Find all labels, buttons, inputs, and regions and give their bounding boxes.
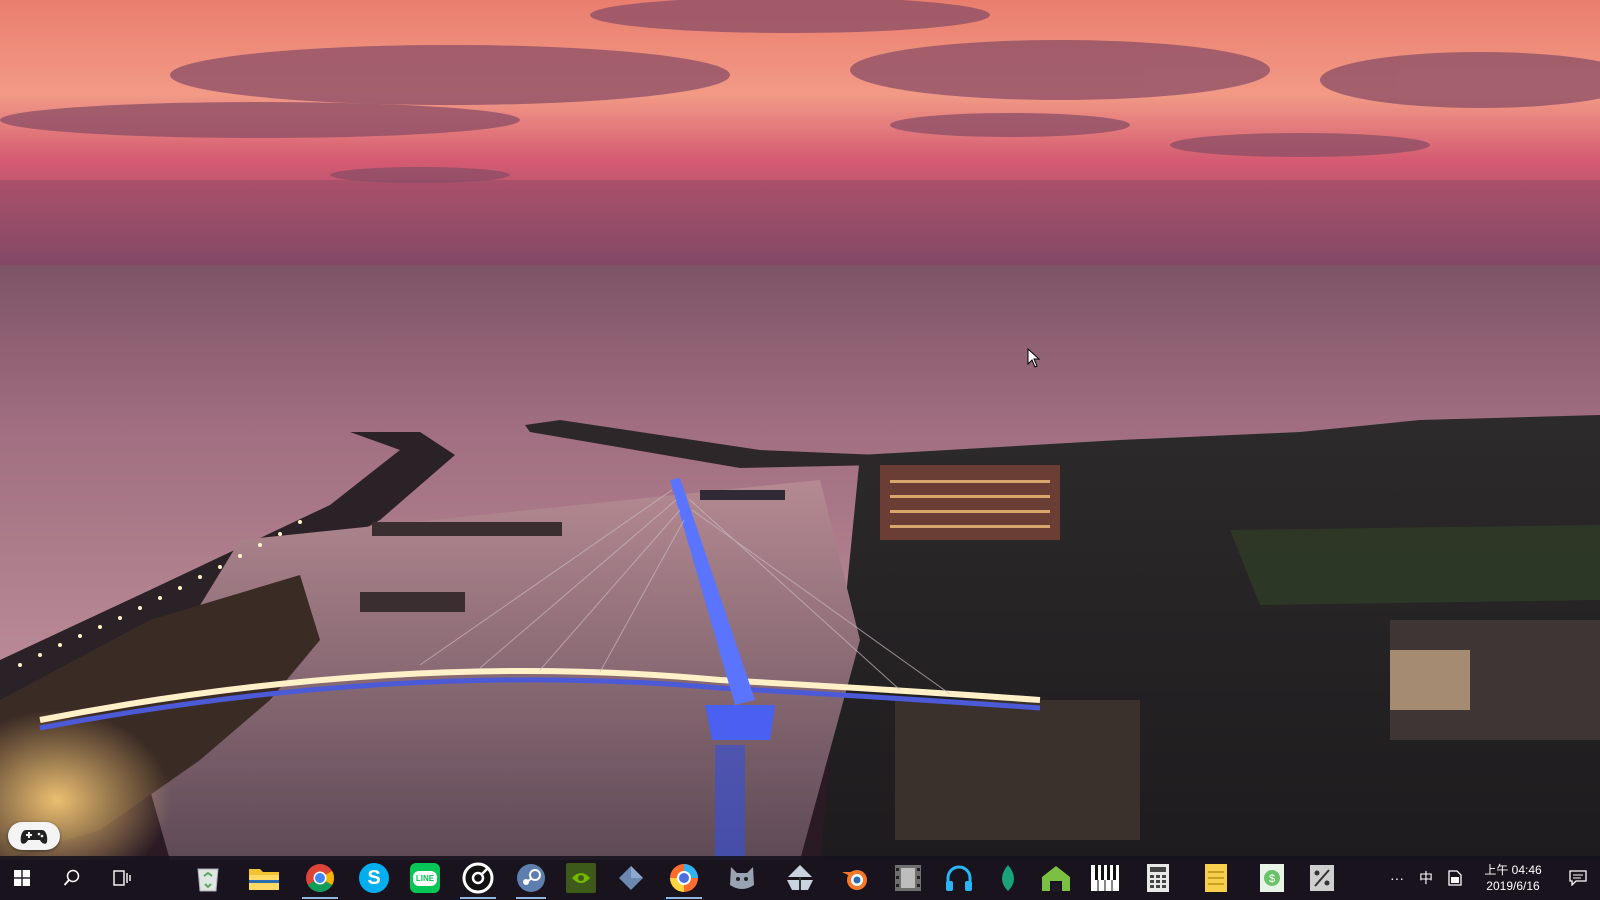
taskbar-app-cube[interactable] (606, 856, 656, 900)
tray-overflow-button[interactable]: ··· (1382, 856, 1412, 900)
taskbar-app-chrome[interactable] (292, 856, 348, 900)
windows-logo-icon (14, 870, 30, 886)
blender-icon (842, 870, 867, 890)
cat-icon (730, 867, 754, 889)
taskbar-app-music-player[interactable] (450, 856, 506, 900)
game-bar-button[interactable] (8, 822, 60, 850)
taskbar-app-house[interactable] (1032, 856, 1080, 900)
boat-icon (787, 865, 813, 890)
recycle-bin-icon (197, 868, 219, 892)
line-icon-label: LINE (412, 870, 438, 886)
folder-icon (249, 869, 279, 890)
clock-date: 2019/6/16 (1486, 879, 1540, 893)
taskbar-app-steam[interactable] (506, 856, 556, 900)
task-view-button[interactable] (100, 856, 144, 900)
start-button[interactable] (0, 856, 44, 900)
taskbar-app-skype[interactable]: S (348, 856, 400, 900)
taskbar-app-line[interactable]: LINE (400, 856, 450, 900)
clock[interactable]: 上午 04:46 2019/6/16 (1470, 856, 1556, 900)
clock-time: 上午 04:46 (1484, 863, 1542, 877)
taskbar-app-cat[interactable] (712, 856, 772, 900)
leaf-icon (1002, 865, 1014, 891)
line-icon: LINE (410, 863, 440, 893)
taskbar-app-calculator[interactable] (1130, 856, 1186, 900)
taskbar-app-notes[interactable] (1186, 856, 1246, 900)
film-icon (895, 865, 921, 891)
taskbar-app-file-explorer[interactable] (236, 856, 292, 900)
swirl-icon (670, 864, 698, 892)
svg-text:$: $ (1269, 873, 1275, 885)
percent-icon (1310, 865, 1334, 891)
taskbar-app-leaf[interactable] (984, 856, 1032, 900)
taskbar-app-boat[interactable] (772, 856, 828, 900)
piano-icon (1091, 865, 1119, 891)
notification-icon (1569, 870, 1587, 886)
nvidia-icon (566, 863, 596, 893)
desktop-wallpaper (0, 0, 1600, 900)
taskbar-app-nvidia[interactable] (556, 856, 606, 900)
note-icon (1448, 870, 1462, 886)
pinned-apps: S LINE $ (180, 856, 1346, 900)
steam-icon (517, 864, 545, 892)
task-view-icon (113, 870, 131, 886)
house-icon (1042, 866, 1070, 891)
taskbar-app-photo[interactable] (656, 856, 712, 900)
money-icon: $ (1260, 864, 1284, 892)
taskbar-app-money[interactable]: $ (1246, 856, 1298, 900)
ime-indicator[interactable]: 中 (1412, 856, 1440, 900)
calculator-icon (1147, 864, 1169, 892)
search-button[interactable] (50, 856, 94, 900)
disc-icon (462, 862, 494, 894)
headphones-icon (946, 865, 972, 891)
taskbar-app-piano[interactable] (1080, 856, 1130, 900)
taskbar-app-film[interactable] (882, 856, 934, 900)
taskbar-app-recycle-bin[interactable] (180, 856, 236, 900)
notes-icon (1205, 864, 1227, 892)
cube-icon (619, 866, 643, 890)
taskbar-app-headphones[interactable] (934, 856, 984, 900)
mouse-cursor-icon (1027, 348, 1041, 368)
taskbar-app-percent[interactable] (1298, 856, 1346, 900)
search-icon (63, 869, 80, 886)
taskbar: S LINE $ ··· 中 上午 04:46 2019/6/16 (0, 856, 1600, 900)
system-tray: ··· 中 上午 04:46 2019/6/16 (1382, 856, 1600, 900)
skype-icon: S (359, 863, 389, 893)
chrome-icon (306, 864, 334, 892)
action-center-button[interactable] (1556, 856, 1600, 900)
gamepad-icon (20, 830, 48, 844)
taskbar-app-blender[interactable] (828, 856, 882, 900)
tray-note-button[interactable] (1440, 856, 1470, 900)
